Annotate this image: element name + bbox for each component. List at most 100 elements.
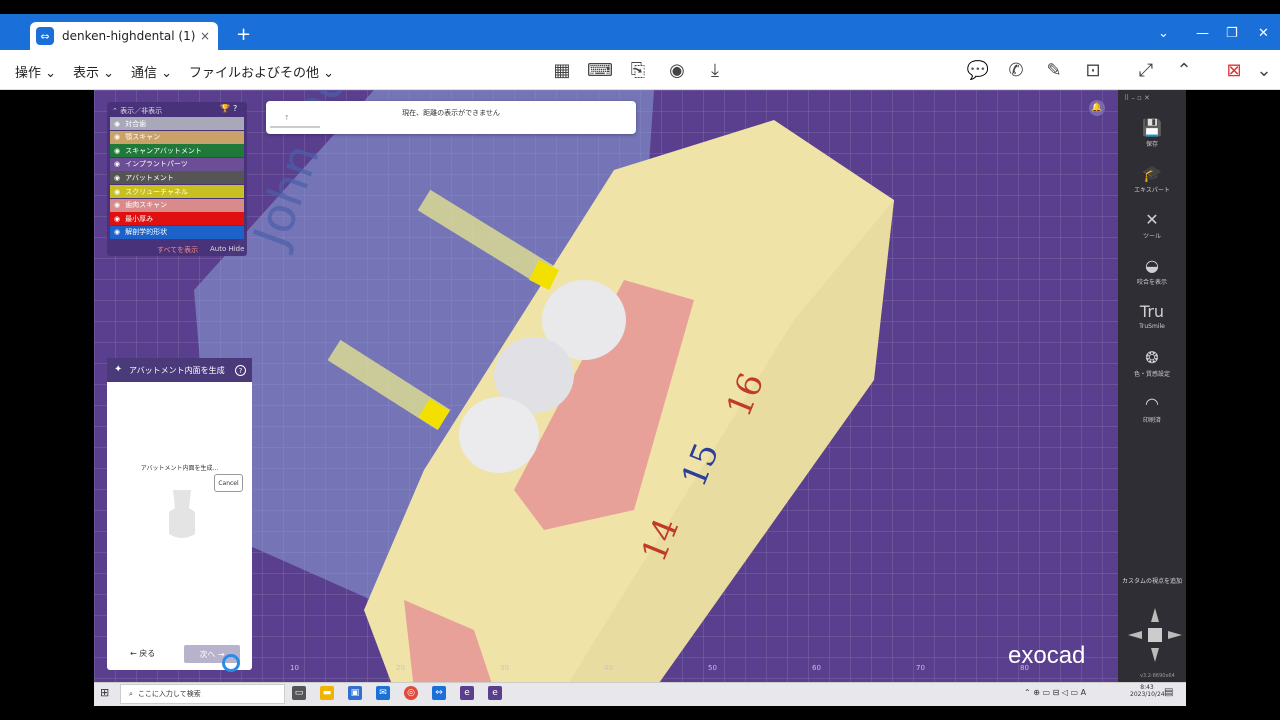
layer-row[interactable]: ◉ 歯肉スキャン (110, 198, 244, 212)
abutment-preview (169, 490, 195, 538)
windows-start-icon[interactable]: ⊞ (100, 686, 109, 699)
trophy-icon[interactable]: 🏆 (220, 104, 230, 113)
clock[interactable]: 8:43 2023/10/24 (1130, 684, 1165, 698)
sidebar-item-save[interactable]: 💾 保存 (1118, 118, 1186, 148)
eye-icon[interactable]: ◉ (114, 201, 120, 209)
toast-message: 現在、距離の表示ができません (402, 109, 500, 117)
show-all-link[interactable]: すべてを表示 (157, 245, 198, 255)
layer-row[interactable]: ◉ 最小厚み (110, 212, 244, 226)
auto-hide-toggle[interactable]: Auto Hide (210, 245, 244, 253)
browser-tab[interactable]: ⇔ denken-highdental (1) × (30, 22, 218, 50)
sidebar-item-label: 咬合を表示 (1136, 279, 1167, 286)
custom-view-label: カスタムの視点を追加 (1122, 578, 1183, 585)
chrome-icon[interactable]: ◎ (404, 686, 418, 700)
sidebar-item-tooth[interactable]: ◒ 咬合を表示 (1118, 256, 1186, 286)
sidebar-item-label: 保存 (1145, 141, 1158, 148)
layer-panel-header[interactable]: ⌃ 表示／非表示 (112, 106, 162, 116)
eye-icon[interactable]: ◉ (114, 215, 120, 223)
menu-view[interactable]: 表示 ⌄ (73, 62, 114, 81)
taskbar-search[interactable]: ⌕ ここに入力して検索 (120, 684, 285, 704)
end-session-icon[interactable]: ⊠ (1222, 58, 1246, 82)
axis-tick: 40 (604, 664, 613, 672)
eye-icon[interactable]: ◉ (114, 133, 120, 141)
tooth-icon: ◒ (1145, 256, 1159, 275)
download-icon[interactable]: ⤓ (703, 58, 727, 82)
wizard-help-icon[interactable]: ? (235, 365, 246, 376)
mail-icon[interactable]: ✉ (376, 686, 390, 700)
layer-row[interactable]: ◉ スキャンアバットメント (110, 144, 244, 158)
keyboard-icon[interactable]: ⌨ (587, 58, 613, 82)
trusmile-icon: Tru (1139, 302, 1165, 321)
sidebar-item-expert[interactable]: 🎓 エキスパート (1118, 164, 1186, 194)
sidebar-item-color[interactable]: ❂ 色・質感設定 (1118, 348, 1186, 378)
sidebar-item-label: ツール (1142, 233, 1161, 240)
system-tray-icons[interactable]: ⌃ ⊕ ▭ ⊟ ◁ ▭ A (1024, 688, 1086, 697)
screenshot-icon[interactable]: ⊡ (1081, 58, 1105, 82)
crown-icon: ◠ (1145, 394, 1159, 413)
restore-icon[interactable]: ❐ (1226, 26, 1238, 41)
store-icon[interactable]: ▣ (348, 686, 362, 700)
search-icon: ⌕ (129, 689, 133, 698)
notification-bell-icon[interactable]: 🔔 (1089, 100, 1105, 116)
eye-icon[interactable]: ◉ (114, 120, 120, 128)
axis-tick: 20 (396, 664, 405, 672)
layer-row[interactable]: ◉ 顎スキャン (110, 130, 244, 144)
3d-viewport[interactable]: John Doe 14 15 16 10 20 30 40 50 60 70 8… (94, 90, 1186, 682)
axis-tick: 10 (290, 664, 299, 672)
sidebar-item-label: 色・質感設定 (1133, 371, 1170, 378)
file-explorer-icon[interactable]: ▬ (320, 686, 334, 700)
cancel-button[interactable]: Cancel (214, 474, 243, 492)
layer-row[interactable]: ◉ インプラントパーツ (110, 157, 244, 171)
sidebar-item-crown[interactable]: ◠ 印刷済 (1118, 394, 1186, 424)
collapse-icon[interactable]: ⌃ (1172, 58, 1196, 82)
eye-icon[interactable]: ◉ (114, 228, 120, 236)
chevron-down-icon[interactable]: ⌄ (1252, 58, 1276, 82)
sidebar-item-tools[interactable]: ✕ ツール (1118, 210, 1186, 240)
fullscreen-icon[interactable]: ⤢ (1134, 58, 1158, 82)
sidebar-window-controls[interactable]: ⠿ – ▫ ✕ (1124, 94, 1150, 102)
back-button[interactable]: ← 戻る (130, 648, 155, 659)
new-tab-button[interactable]: + (236, 24, 251, 45)
menu-communication[interactable]: 通信 ⌄ (131, 62, 172, 81)
tab-close-icon[interactable]: × (200, 29, 210, 43)
sidebar-item-trusmile[interactable]: Tru TruSmile (1118, 302, 1186, 330)
magic-wand-icon: ✦ (114, 364, 123, 375)
exocad-dental-icon[interactable]: e (488, 686, 502, 700)
menu-operation[interactable]: 操作 ⌄ (15, 62, 56, 81)
layer-row[interactable]: ◉ 解剖学的形状 (110, 225, 244, 239)
teamviewer-icon: ⇔ (36, 27, 54, 45)
record-icon[interactable]: ◉ (665, 58, 689, 82)
wizard-title: アバットメント内面を生成 (107, 358, 252, 382)
view-cube-icon[interactable] (1126, 606, 1184, 664)
file-transfer-icon[interactable]: ⎘ (626, 58, 650, 82)
chat-icon[interactable]: 💬 (966, 58, 990, 82)
sidebar-item-label: TruSmile (1139, 323, 1165, 330)
layer-row[interactable]: ◉ 対合歯 (110, 117, 244, 130)
save-icon: 💾 (1142, 118, 1162, 137)
layer-label: スクリューチャネル (125, 187, 189, 196)
eye-icon[interactable]: ◉ (114, 147, 120, 155)
minimize-icon[interactable]: — (1196, 26, 1209, 41)
task-view-icon[interactable]: ▭ (292, 686, 306, 700)
exocad-taskbar-icon[interactable]: e (460, 686, 474, 700)
tab-title: denken-highdental (1) (62, 29, 196, 43)
exocad-logo: exocad (1008, 642, 1086, 669)
eye-icon[interactable]: ◉ (114, 160, 120, 168)
close-window-icon[interactable]: ✕ (1258, 26, 1269, 41)
eye-icon[interactable]: ◉ (114, 188, 120, 196)
dropdown-icon[interactable]: ⌄ (1158, 26, 1169, 41)
layer-row[interactable]: ◉ アバットメント (110, 171, 244, 185)
menu-file-other[interactable]: ファイルおよびその他 ⌄ (189, 62, 334, 81)
whiteboard-icon[interactable]: ✎ (1042, 58, 1066, 82)
teamviewer-taskbar-icon[interactable]: ⇔ (432, 686, 446, 700)
axis-tick: 50 (708, 664, 717, 672)
notification-center-icon[interactable]: ▤ (1164, 687, 1173, 698)
dashboard-icon[interactable]: ▦ (550, 58, 574, 82)
distance-slider[interactable] (270, 126, 320, 128)
layer-row[interactable]: ◉ スクリューチャネル (110, 185, 244, 198)
call-icon[interactable]: ✆ (1004, 58, 1028, 82)
eye-icon[interactable]: ◉ (114, 174, 120, 182)
wizard-progress-message: アバットメント内面を生成... (140, 465, 219, 472)
layer-label: 解剖学的形状 (125, 228, 168, 237)
help-icon[interactable]: ? (233, 104, 237, 113)
